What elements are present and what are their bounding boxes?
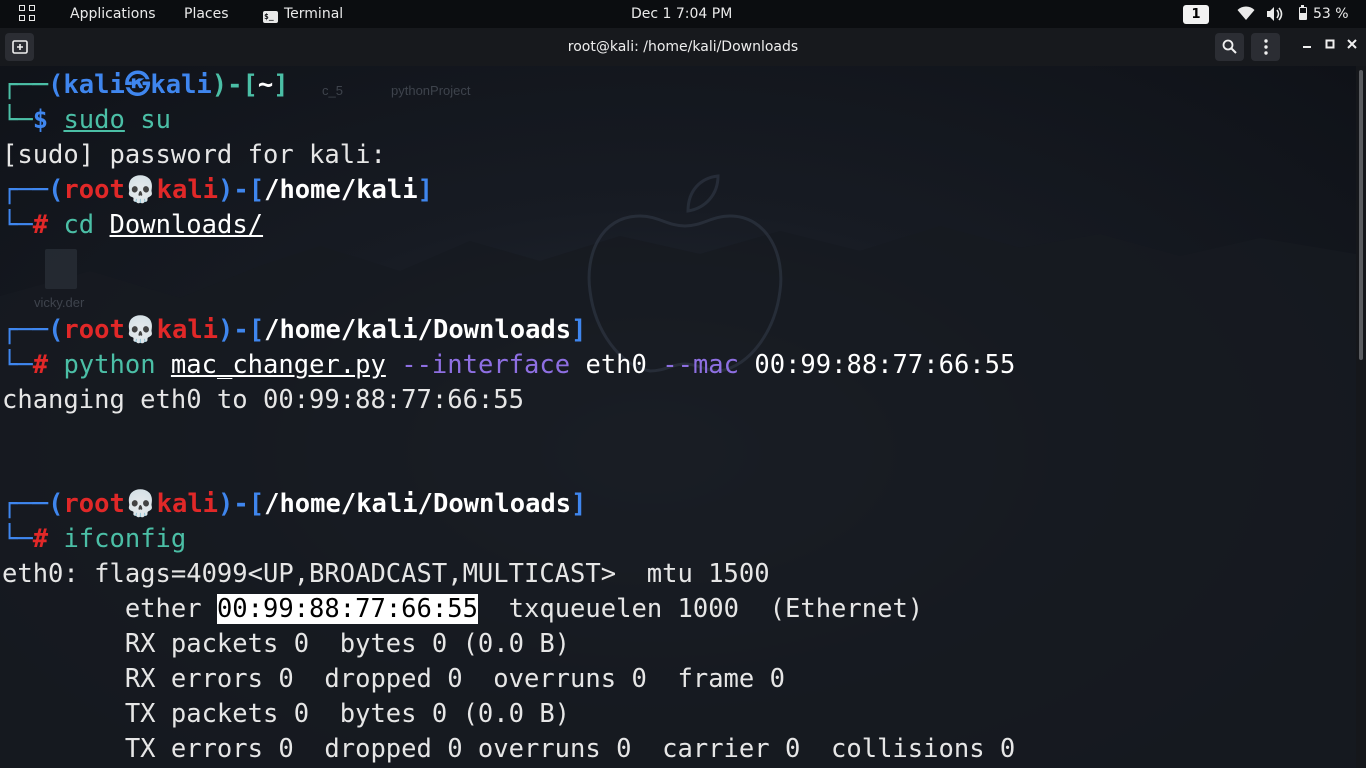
terminal-scrollbar[interactable] (1356, 66, 1366, 768)
close-icon (1347, 39, 1357, 49)
command-line: └─# ifconfig (2, 524, 187, 554)
search-icon (1222, 39, 1237, 54)
selected-text[interactable]: 00:99:88:77:66:55 (216, 594, 478, 624)
output-line: RX packets 0 bytes 0 (0.0 B) (2, 629, 571, 659)
battery-status[interactable]: 53 % (1299, 0, 1349, 28)
prompt-line: ┌──(kali㉿kali)-[~] (2, 70, 289, 100)
prompt-line: ┌──(root💀kali)-[/home/kali] (2, 175, 433, 205)
workspace-indicator[interactable]: 1 (1183, 0, 1209, 28)
clock[interactable]: Dec 1 7:04 PM (631, 0, 732, 28)
output-line: eth0: flags=4099<UP,BROADCAST,MULTICAST>… (2, 559, 770, 589)
battery-percent: 53 % (1313, 6, 1349, 22)
command-line: └─# python mac_changer.py --interface et… (2, 350, 1016, 380)
terminal-view[interactable]: c_5 pythonProject vicky.der ┌──(kali㉿kal… (0, 66, 1356, 768)
places-menu[interactable]: Places (184, 0, 229, 28)
desktop-ghost-item: vicky.der (34, 295, 85, 310)
desktop-ghost-item: pythonProject (391, 83, 471, 98)
output-line: RX errors 0 dropped 0 overruns 0 frame 0 (2, 664, 785, 694)
terminal-app-label: Terminal (284, 6, 344, 22)
maximize-icon (1325, 39, 1335, 49)
applications-menu[interactable]: Applications (70, 0, 156, 28)
maximize-button[interactable] (1320, 36, 1340, 56)
close-button[interactable] (1342, 36, 1362, 56)
output-line: TX packets 0 bytes 0 (0.0 B) (2, 699, 571, 729)
output-line: [sudo] password for kali: (2, 140, 386, 170)
output-line: ether 00:99:88:77:66:55 txqueuelen 1000 … (2, 594, 924, 624)
command-line: └─$ sudo su (2, 105, 171, 135)
prompt-line: ┌──(root💀kali)-[/home/kali/Downloads] (2, 489, 587, 519)
wifi-icon[interactable] (1237, 6, 1255, 22)
prompt-line: ┌──(root💀kali)-[/home/kali/Downloads] (2, 315, 587, 345)
terminal-titlebar: root@kali: /home/kali/Downloads (0, 28, 1366, 66)
desktop-ghost-item: c_5 (322, 83, 343, 98)
menu-icon (1263, 39, 1268, 55)
command-line: └─# cd Downloads/ (2, 210, 264, 240)
output-line: changing eth0 to 00:99:88:77:66:55 (2, 385, 524, 415)
menu-button[interactable] (1251, 33, 1280, 61)
minimize-button[interactable] (1297, 36, 1317, 56)
window-title: root@kali: /home/kali/Downloads (567, 39, 799, 55)
scrollbar-thumb[interactable] (1359, 70, 1363, 360)
activities-grid-icon[interactable] (19, 5, 37, 23)
output-line: TX errors 0 dropped 0 overruns 0 carrier… (2, 734, 1016, 764)
minimize-icon (1303, 46, 1311, 48)
terminal-app-icon: $_ (263, 11, 278, 23)
top-panel: Applications Places $_ Terminal Dec 1 7:0… (0, 0, 1366, 28)
search-button[interactable] (1215, 33, 1244, 61)
battery-icon (1299, 5, 1307, 20)
workspace-number: 1 (1183, 5, 1209, 24)
volume-icon[interactable] (1266, 6, 1284, 22)
terminal-app-menu[interactable]: $_ Terminal (263, 0, 343, 28)
